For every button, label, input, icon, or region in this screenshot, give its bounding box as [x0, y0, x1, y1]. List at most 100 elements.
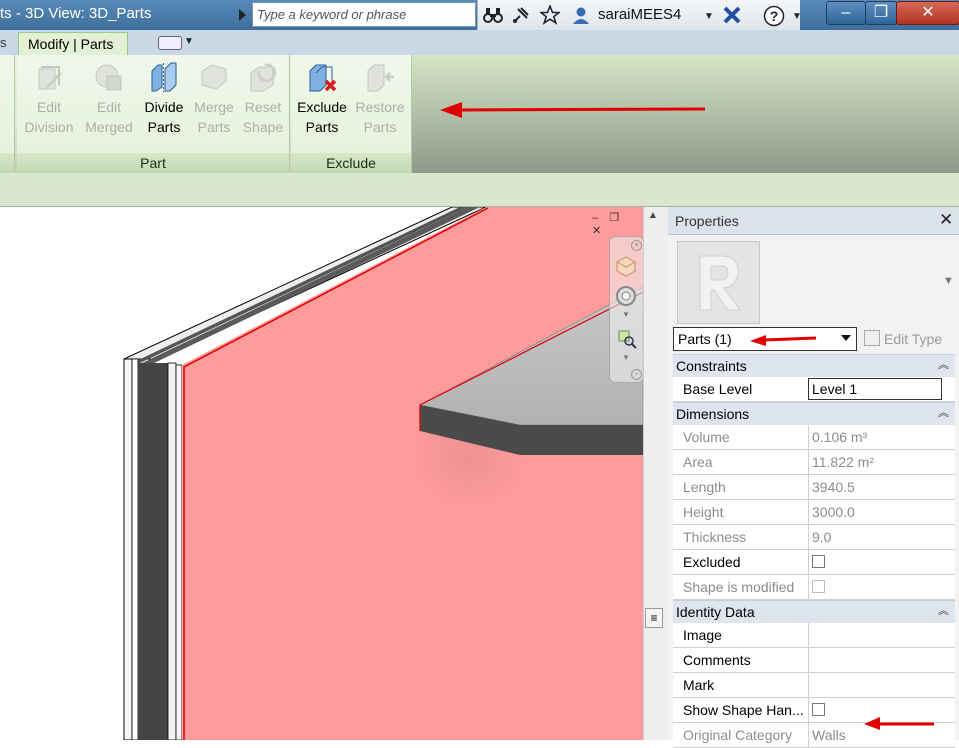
property-label: Base Level — [683, 381, 753, 397]
edit-type-button[interactable]: Edit Type — [864, 330, 942, 347]
close-button[interactable]: ✕ — [896, 1, 959, 25]
user-name[interactable]: saraiMEES4 — [598, 6, 681, 23]
property-value: 0.106 m³ — [808, 425, 942, 449]
property-label: Height — [683, 504, 724, 520]
property-value: 9.0 — [808, 525, 942, 549]
divide-parts-icon — [151, 62, 177, 92]
tab-previous[interactable]: s — [0, 35, 7, 50]
properties-close-button[interactable]: ✕ — [939, 210, 953, 230]
property-value-comments[interactable] — [808, 648, 942, 672]
properties-header: Properties ✕ — [668, 207, 959, 235]
nav-options-icon[interactable]: - — [631, 369, 642, 380]
divide-parts-line1: Divide — [144, 99, 184, 115]
view-minimize-button[interactable]: – — [592, 212, 602, 224]
properties-palette: Properties ✕ ▼ Parts (1) Edit Type Const… — [668, 207, 959, 748]
zoom-region-icon[interactable] — [617, 329, 637, 349]
merge-parts-line1: Merge — [194, 99, 234, 115]
ribbon-toggle-caret-icon[interactable]: ▼ — [184, 36, 194, 47]
restore-parts-line2: Parts — [363, 119, 397, 135]
property-row-thickness: Thickness 9.0 — [673, 525, 955, 550]
exchange-x-icon[interactable] — [722, 5, 742, 29]
property-row-height: Height 3000.0 — [673, 500, 955, 525]
property-row-base-level: Base Level Level 1 — [673, 377, 955, 402]
view-restore-button[interactable]: ❐ — [609, 212, 623, 224]
panel-label-exclude: Exclude — [291, 153, 411, 173]
property-value: 3000.0 — [808, 500, 942, 524]
ribbon-minimize-toggle-icon[interactable] — [158, 36, 182, 50]
property-row-excluded: Excluded — [673, 550, 955, 575]
binoculars-icon[interactable] — [483, 5, 503, 29]
group-dimensions-label: Dimensions — [676, 406, 750, 422]
edit-type-label: Edit Type — [884, 331, 943, 347]
user-menu-caret-icon[interactable]: ▼ — [704, 7, 714, 27]
ribbon-panel-cutoff — [0, 55, 15, 173]
excluded-checkbox[interactable] — [812, 555, 825, 568]
restore-parts-line1: Restore — [355, 99, 405, 115]
group-constraints[interactable]: Constraints ︽ — [673, 354, 955, 377]
view-window-controls: – ❐ ✕ — [592, 211, 643, 237]
exclude-parts-icon — [309, 64, 337, 92]
show-shape-handles-checkbox[interactable] — [812, 703, 825, 716]
property-label: Thickness — [683, 529, 747, 545]
viewcube-icon[interactable] — [615, 255, 637, 277]
help-icon[interactable]: ? — [763, 5, 785, 31]
properties-title: Properties — [675, 213, 739, 229]
annotation-arrow-ribbon — [440, 102, 706, 118]
scroll-up-arrow-icon[interactable]: ▲ — [648, 210, 658, 221]
merge-parts-button[interactable]: Merge Parts — [190, 61, 238, 137]
svg-text:?: ? — [770, 8, 779, 24]
minimize-button[interactable]: – — [826, 1, 866, 25]
property-value-image[interactable] — [808, 623, 942, 647]
property-row-length: Length 3940.5 — [673, 475, 955, 500]
annotation-arrow-type-selector — [750, 335, 817, 346]
property-value — [808, 575, 942, 599]
infocenter-toolbar: saraiMEES4 ▼ ? ▼ — [477, 0, 802, 31]
window-title: ts - 3D View: 3D_Parts — [0, 5, 152, 22]
properties-table: Constraints ︽ Base Level Level 1 Dimension… — [673, 354, 955, 748]
property-label: Area — [683, 454, 713, 470]
revit-logo-icon — [699, 255, 741, 311]
property-label: Excluded — [683, 554, 741, 570]
restore-parts-button[interactable]: Restore Parts — [351, 61, 409, 137]
reset-shape-icon — [250, 63, 277, 92]
viewport-scrollbar[interactable] — [643, 207, 668, 740]
restore-button[interactable]: ❐ — [865, 1, 897, 25]
reset-shape-button[interactable]: Reset Shape — [238, 61, 288, 137]
edit-division-button[interactable]: Edit Division — [19, 61, 79, 137]
zoom-caret-icon[interactable]: ▼ — [622, 353, 630, 362]
collapse-icon[interactable]: ︽ — [938, 600, 949, 623]
nav-close-icon[interactable]: × — [631, 240, 642, 251]
edit-merged-button[interactable]: Edit Merged — [81, 61, 137, 137]
edit-division-line1: Edit — [36, 99, 62, 115]
annotation-arrow-original-category — [864, 717, 934, 730]
expand-arrow-icon[interactable] — [239, 9, 246, 21]
tab-modify-parts[interactable]: Modify | Parts — [18, 32, 128, 56]
user-icon[interactable] — [571, 5, 591, 29]
property-value-base-level[interactable]: Level 1 — [808, 378, 942, 400]
edit-type-icon — [864, 330, 880, 346]
property-value: 3940.5 — [808, 475, 942, 499]
satellite-icon[interactable] — [511, 5, 531, 29]
scrollbar-grip-icon[interactable]: ≡ — [645, 608, 663, 628]
collapse-icon[interactable]: ︽ — [938, 354, 949, 377]
steering-wheel-icon[interactable] — [615, 285, 637, 307]
help-caret-icon[interactable]: ▼ — [792, 7, 802, 27]
search-input[interactable] — [252, 2, 476, 27]
type-selector-caret-icon — [841, 335, 851, 341]
view-close-button[interactable]: ✕ — [592, 225, 605, 237]
divide-parts-button[interactable]: Divide Parts — [138, 61, 190, 137]
property-label: Image — [683, 627, 722, 643]
model-graphics — [123, 207, 643, 740]
collapse-icon[interactable]: ︽ — [938, 402, 949, 425]
wheel-caret-icon[interactable]: ▼ — [622, 310, 630, 319]
group-identity-data[interactable]: Identity Data ︽ — [673, 600, 955, 623]
preview-dropdown-caret-icon[interactable]: ▼ — [943, 275, 954, 287]
star-icon[interactable] — [538, 3, 562, 29]
group-dimensions[interactable]: Dimensions ︽ — [673, 402, 955, 425]
exclude-parts-button[interactable]: Exclude Parts — [293, 61, 351, 137]
property-label: Shape is modified — [683, 579, 795, 595]
property-value-mark[interactable] — [808, 673, 942, 697]
shape-modified-checkbox — [812, 580, 825, 593]
edit-merged-line2: Merged — [85, 119, 133, 135]
3d-viewport[interactable]: – ❐ ✕ × ▼ ▼ - — [0, 207, 643, 740]
